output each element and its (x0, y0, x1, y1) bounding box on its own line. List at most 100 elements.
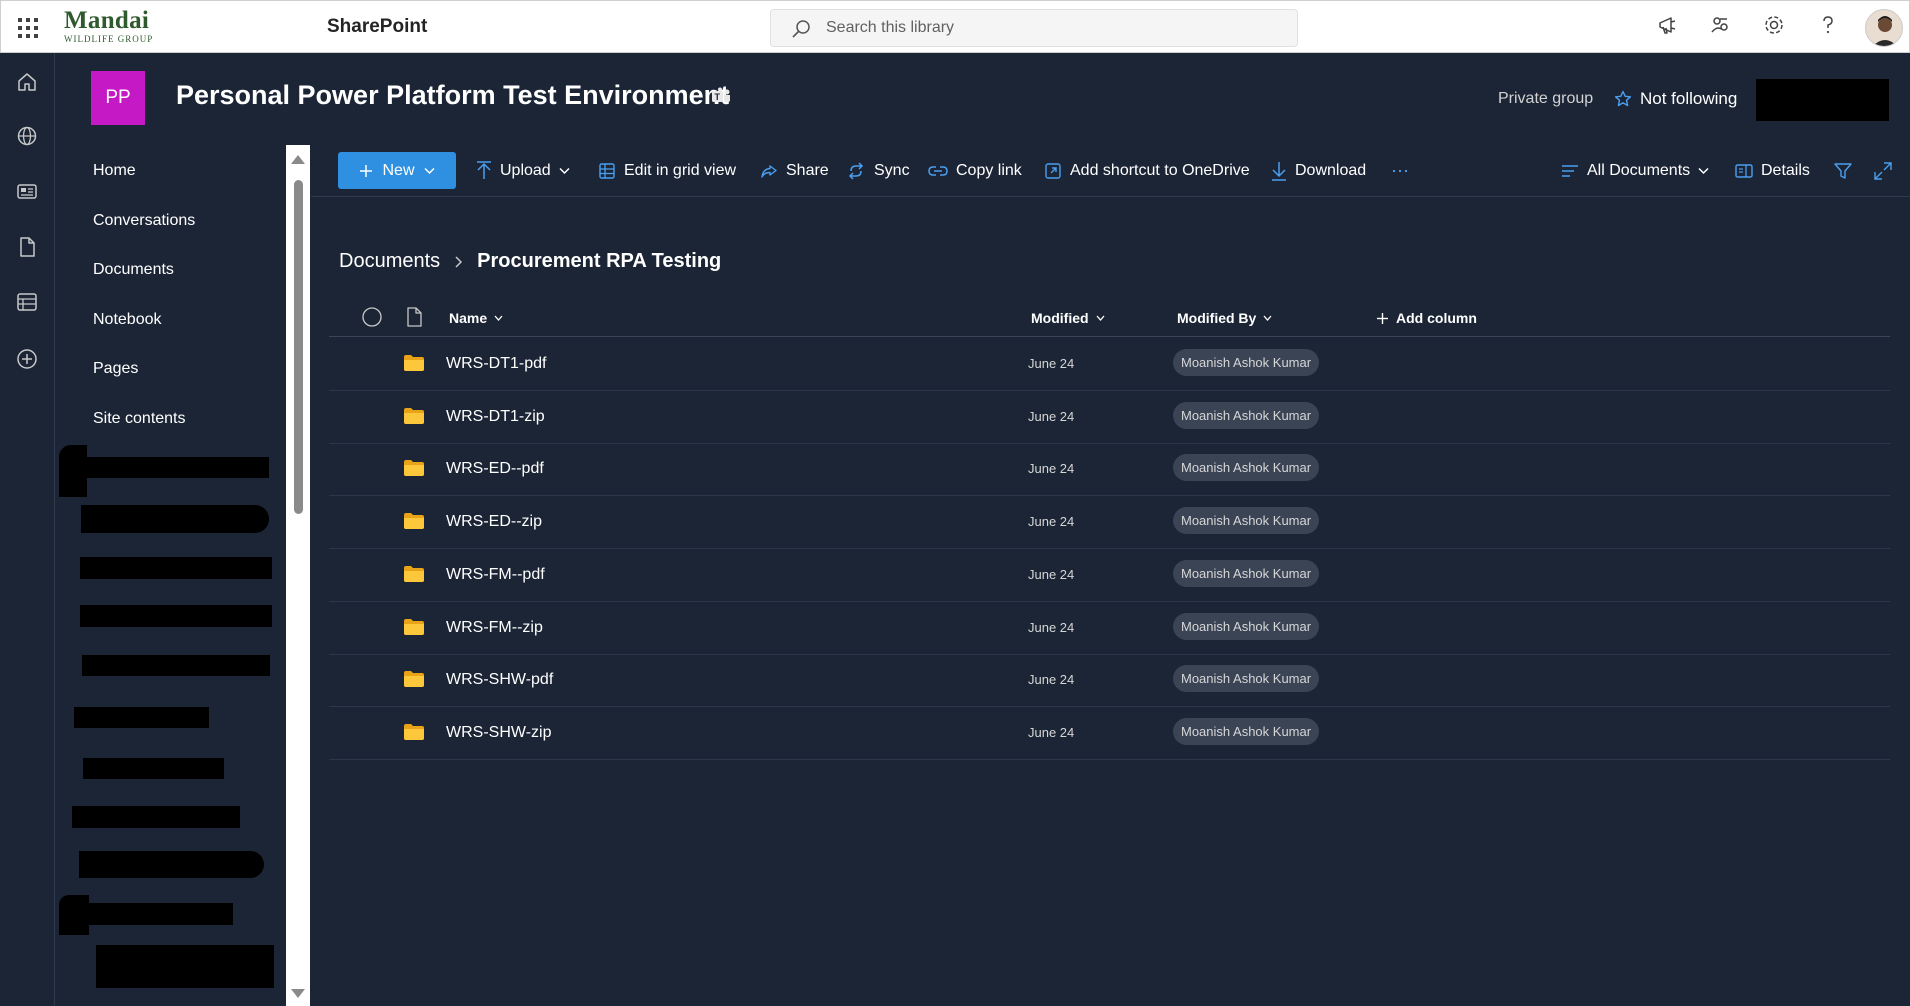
filter-icon[interactable] (1834, 157, 1852, 185)
org-logo[interactable]: Mandai WILDLIFE GROUP (64, 7, 153, 44)
scroll-down-arrow-icon[interactable] (291, 989, 305, 998)
row-name[interactable]: WRS-DT1-pdf (446, 355, 546, 373)
news-icon[interactable] (15, 179, 39, 203)
lists-icon[interactable] (15, 290, 39, 314)
plus-icon (359, 164, 373, 178)
row-modified-by[interactable]: Moanish Ashok Kumar (1173, 612, 1320, 640)
suite-bar: Mandai WILDLIFE GROUP SharePoint (0, 0, 1910, 53)
row-name[interactable]: WRS-FM--zip (446, 619, 543, 637)
select-all-checkbox[interactable] (362, 307, 382, 327)
folder-icon (404, 407, 424, 424)
site-title[interactable]: Personal Power Platform Test Environment (176, 80, 729, 111)
app-launcher-icon[interactable] (15, 15, 41, 41)
privacy-label: Private group (1498, 90, 1594, 107)
details-pane-icon (1735, 163, 1753, 179)
download-button[interactable]: Download (1271, 157, 1366, 185)
nav-item-site-contents[interactable]: Site contents (93, 410, 186, 428)
column-name-label: Name (449, 310, 488, 326)
site-logo[interactable]: PP (91, 71, 145, 125)
chevron-down-icon (1698, 167, 1709, 175)
column-header-modified-by[interactable]: Modified By (1177, 310, 1272, 326)
folder-icon (404, 618, 424, 635)
table-row[interactable]: WRS-DT1-zip June 24 Moanish Ashok Kumar (329, 391, 1890, 444)
nav-item-documents[interactable]: Documents (93, 261, 174, 279)
upload-button[interactable]: Upload (476, 157, 570, 185)
breadcrumb-documents[interactable]: Documents (339, 250, 440, 273)
settings-gear-icon[interactable] (1763, 14, 1785, 36)
follow-label: Not following (1640, 89, 1738, 108)
row-modified-by[interactable]: Moanish Ashok Kumar (1173, 349, 1320, 376)
nav-item-home[interactable]: Home (93, 162, 136, 180)
app-name[interactable]: SharePoint (327, 16, 427, 38)
edit-grid-view-button[interactable]: Edit in grid view (598, 157, 736, 185)
globe-icon[interactable] (15, 124, 39, 148)
row-name[interactable]: WRS-SHW-pdf (446, 671, 553, 689)
nav-scrollbar[interactable] (286, 145, 310, 1006)
search-box[interactable] (770, 9, 1298, 47)
row-modified-by[interactable]: Moanish Ashok Kumar (1173, 665, 1320, 693)
row-name[interactable]: WRS-FM--pdf (446, 566, 545, 584)
announcement-icon[interactable] (1657, 14, 1679, 36)
file-type-icon[interactable] (406, 307, 422, 327)
share-button[interactable]: Share (760, 157, 829, 185)
org-logo-name: Mandai (64, 7, 150, 34)
table-row[interactable]: WRS-SHW-zip June 24 Moanish Ashok Kumar (329, 707, 1890, 760)
details-button[interactable]: Details (1735, 157, 1810, 185)
table-row[interactable]: WRS-SHW-pdf June 24 Moanish Ashok Kumar (329, 654, 1890, 708)
view-selector[interactable]: All Documents (1561, 157, 1709, 185)
row-name[interactable]: WRS-DT1-zip (446, 408, 545, 426)
upload-arrow-icon (476, 161, 492, 181)
scroll-up-arrow-icon[interactable] (291, 155, 305, 164)
expand-icon[interactable] (1874, 157, 1892, 185)
row-name[interactable]: WRS-SHW-zip (446, 724, 551, 742)
chevron-right-icon (454, 255, 463, 269)
row-modified-by[interactable]: Moanish Ashok Kumar (1173, 454, 1320, 482)
home-icon[interactable] (15, 70, 39, 94)
plus-icon (1376, 312, 1389, 325)
scrollbar-thumb[interactable] (294, 180, 303, 514)
search-input[interactable] (826, 10, 1286, 46)
sync-label: Sync (874, 162, 910, 179)
nav-item-conversations[interactable]: Conversations (93, 212, 195, 230)
table-row[interactable]: WRS-ED--zip June 24 Moanish Ashok Kumar (329, 496, 1890, 550)
new-button[interactable]: New (338, 152, 456, 189)
table-row[interactable]: WRS-DT1-pdf June 24 Moanish Ashok Kumar (329, 338, 1890, 391)
nav-item-pages[interactable]: Pages (93, 360, 138, 378)
column-header-modified[interactable]: Modified (1031, 310, 1105, 326)
row-modified-by[interactable]: Moanish Ashok Kumar (1173, 507, 1320, 535)
table-row[interactable]: WRS-ED--pdf June 24 Moanish Ashok Kumar (329, 443, 1890, 497)
sync-button[interactable]: Sync (846, 157, 910, 185)
help-icon[interactable] (1817, 14, 1839, 36)
follow-toggle[interactable]: Not following (1614, 89, 1737, 109)
redacted-nav-item (82, 655, 270, 676)
more-actions-button[interactable]: ⋯ (1391, 157, 1409, 185)
app-rail (0, 53, 55, 1006)
redacted-nav-item (83, 758, 224, 779)
file-icon[interactable] (15, 235, 39, 259)
redacted-nav-item (74, 707, 209, 728)
redacted-block (1756, 79, 1889, 121)
site-navigation: Home Conversations Documents Notebook Pa… (56, 145, 288, 1006)
edit-grid-view-label: Edit in grid view (624, 162, 737, 179)
details-label: Details (1761, 162, 1810, 179)
folder-icon (404, 565, 424, 582)
row-name[interactable]: WRS-ED--pdf (446, 460, 544, 478)
table-row[interactable]: WRS-FM--pdf June 24 Moanish Ashok Kumar (329, 549, 1890, 602)
breadcrumb: Documents Procurement RPA Testing (339, 250, 721, 273)
row-name[interactable]: WRS-ED--zip (446, 513, 542, 531)
copy-link-button[interactable]: Copy link (928, 157, 1022, 185)
nav-item-notebook[interactable]: Notebook (93, 311, 162, 329)
create-plus-icon[interactable] (15, 347, 39, 371)
chevron-down-icon (1263, 315, 1272, 321)
add-column-button[interactable]: Add column (1376, 310, 1477, 326)
teams-icon[interactable]: T (710, 86, 732, 108)
row-modified-by[interactable]: Moanish Ashok Kumar (1173, 401, 1320, 429)
table-row[interactable]: WRS-FM--zip June 24 Moanish Ashok Kumar (329, 602, 1890, 655)
star-icon (1614, 90, 1632, 108)
row-modified-by[interactable]: Moanish Ashok Kumar (1173, 559, 1320, 587)
column-header-name[interactable]: Name (449, 310, 503, 326)
user-avatar[interactable] (1865, 9, 1903, 47)
share-feedback-icon[interactable] (1709, 14, 1731, 36)
add-shortcut-button[interactable]: Add shortcut to OneDrive (1044, 157, 1250, 185)
row-modified-by[interactable]: Moanish Ashok Kumar (1173, 717, 1320, 745)
